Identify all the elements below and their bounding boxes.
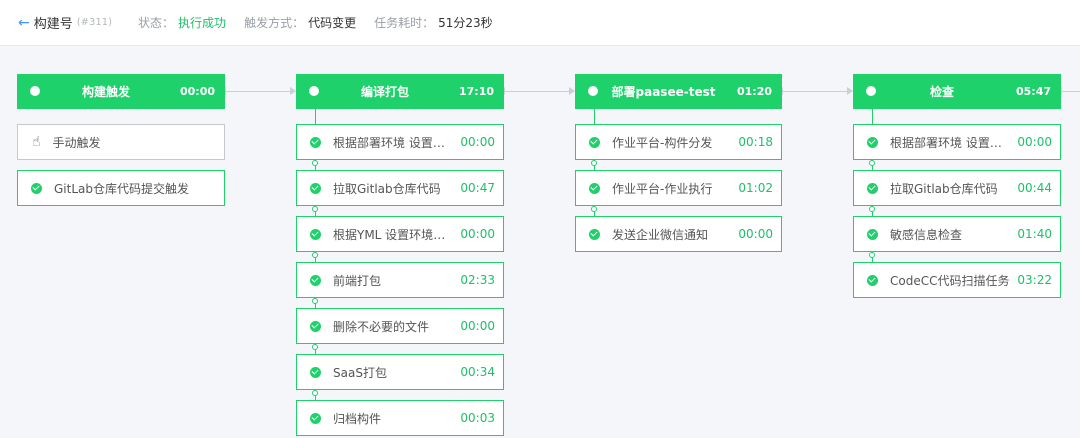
task-item[interactable]: 拉取Gitlab仓库代码 00:47: [296, 170, 504, 206]
duration-meta: 任务耗时： 51分23秒: [374, 14, 493, 31]
task-name: 敏感信息检查: [890, 227, 963, 242]
success-check-icon: [589, 182, 600, 194]
stage-header-trigger[interactable]: 构建触发 00:00: [17, 74, 225, 109]
task-item[interactable]: 根据部署环境 设置环境变量 00:00: [296, 124, 504, 160]
chain-node-icon: [591, 160, 597, 166]
chain-node-icon: [312, 160, 318, 166]
task-item[interactable]: 前端打包 02:33: [296, 262, 504, 298]
chain-node-icon: [869, 160, 875, 166]
task-item[interactable]: SaaS打包 00:34: [296, 354, 504, 390]
task-name: SaaS打包: [333, 365, 387, 380]
success-check-icon: [589, 228, 600, 240]
task-time: 01:02: [738, 181, 773, 195]
task-name: 拉取Gitlab仓库代码: [890, 181, 998, 196]
duration-value: 51分23秒: [438, 16, 493, 30]
task-name: 删除不必要的文件: [333, 319, 430, 334]
success-check-icon: [310, 412, 321, 424]
task-item[interactable]: 归档构件 00:03: [296, 400, 504, 436]
task-time: 00:00: [1017, 135, 1052, 149]
success-check-icon: [867, 182, 878, 194]
chain-node-icon: [869, 252, 875, 258]
success-check-icon: [310, 320, 321, 332]
task-name: 根据部署环境 设置环境变量: [333, 135, 457, 150]
success-check-icon: [867, 136, 878, 148]
success-check-icon: [310, 182, 321, 194]
task-time: 00:00: [738, 227, 773, 241]
task-name: 归档构件: [333, 411, 382, 426]
task-name: 作业平台-作业执行: [612, 181, 713, 196]
task-name: 作业平台-构件分发: [612, 135, 713, 150]
task-item[interactable]: 作业平台-作业执行 01:02: [575, 170, 782, 206]
chain-node-icon: [312, 252, 318, 258]
stage-time: 00:00: [179, 85, 215, 98]
stage-time: 17:10: [458, 85, 494, 98]
task-name: 发送企业微信通知: [612, 227, 709, 242]
back-button[interactable]: ← 构建号 (#311): [18, 13, 113, 33]
stage-connector: [778, 87, 853, 95]
task-name: 根据YML 设置环境变量: [333, 227, 457, 242]
task-time: 00:00: [460, 319, 495, 333]
hand-icon: ☝: [32, 134, 41, 150]
chain-node-icon: [312, 390, 318, 396]
task-name: 根据部署环境 设置环境变量: [890, 135, 1014, 150]
back-arrow-icon: ←: [18, 14, 30, 31]
task-time: 00:00: [460, 135, 495, 149]
chain-node-icon: [312, 206, 318, 212]
task-item[interactable]: 发送企业微信通知 00:00: [575, 216, 782, 252]
success-check-icon: [31, 182, 42, 194]
stage-header-check[interactable]: 检查 05:47: [853, 74, 1061, 109]
status-value: 执行成功: [178, 16, 227, 30]
trigger-label: 触发方式：: [244, 16, 305, 30]
success-check-icon: [310, 274, 321, 286]
task-time: 00:47: [460, 181, 495, 195]
build-number: (#311): [76, 17, 113, 28]
chain-node-icon: [312, 298, 318, 304]
task-item[interactable]: 拉取Gitlab仓库代码 00:44: [853, 170, 1061, 206]
task-time: 03:22: [1017, 273, 1052, 287]
task-name: 手动触发: [52, 135, 101, 150]
chain-node-icon: [312, 344, 318, 350]
task-name: GitLab仓库代码提交触发: [54, 181, 189, 196]
task-time: 00:34: [460, 365, 495, 379]
chain-node-icon: [869, 206, 875, 212]
task-item[interactable]: 根据部署环境 设置环境变量 00:00: [853, 124, 1061, 160]
task-item[interactable]: 敏感信息检查 01:40: [853, 216, 1061, 252]
stage-connector: [1057, 87, 1080, 95]
chain-node-icon: [591, 206, 597, 212]
stage-time: 05:47: [1015, 85, 1051, 98]
task-time: 01:40: [1017, 227, 1052, 241]
status-meta: 状态： 执行成功: [138, 14, 226, 31]
task-name: 前端打包: [333, 273, 382, 288]
success-check-icon: [310, 136, 321, 148]
stage-header-deploy[interactable]: 部署paasee-test 01:20: [575, 74, 782, 109]
task-item[interactable]: 作业平台-构件分发 00:18: [575, 124, 782, 160]
stage-connector: [221, 87, 296, 95]
task-name: CodeCC代码扫描任务: [890, 273, 1010, 288]
task-time: 00:18: [738, 135, 773, 149]
stage-connector: [500, 87, 575, 95]
task-time: 02:33: [460, 273, 495, 287]
task-item[interactable]: 根据YML 设置环境变量 00:00: [296, 216, 504, 252]
task-time: 00:03: [460, 411, 495, 425]
success-check-icon: [867, 228, 878, 240]
task-gitlab-trigger[interactable]: GitLab仓库代码提交触发: [17, 170, 225, 206]
trigger-meta: 触发方式： 代码变更: [244, 14, 356, 31]
task-time: 00:44: [1017, 181, 1052, 195]
task-name: 拉取Gitlab仓库代码: [333, 181, 441, 196]
stage-header-build[interactable]: 编译打包 17:10: [296, 74, 504, 109]
duration-label: 任务耗时：: [374, 16, 435, 30]
stage-time: 01:20: [736, 85, 772, 98]
task-manual-trigger[interactable]: ☝ 手动触发: [17, 124, 225, 160]
trigger-value: 代码变更: [308, 16, 357, 30]
top-bar: ← 构建号 (#311) 状态： 执行成功 触发方式： 代码变更 任务耗时： 5…: [0, 0, 1080, 46]
task-time: 00:00: [460, 227, 495, 241]
task-item[interactable]: CodeCC代码扫描任务 03:22: [853, 262, 1061, 298]
status-label: 状态：: [138, 16, 175, 30]
page-title: 构建号: [33, 17, 73, 32]
success-check-icon: [310, 228, 321, 240]
task-item[interactable]: 删除不必要的文件 00:00: [296, 308, 504, 344]
success-check-icon: [589, 136, 600, 148]
success-check-icon: [867, 274, 878, 286]
success-check-icon: [310, 366, 321, 378]
